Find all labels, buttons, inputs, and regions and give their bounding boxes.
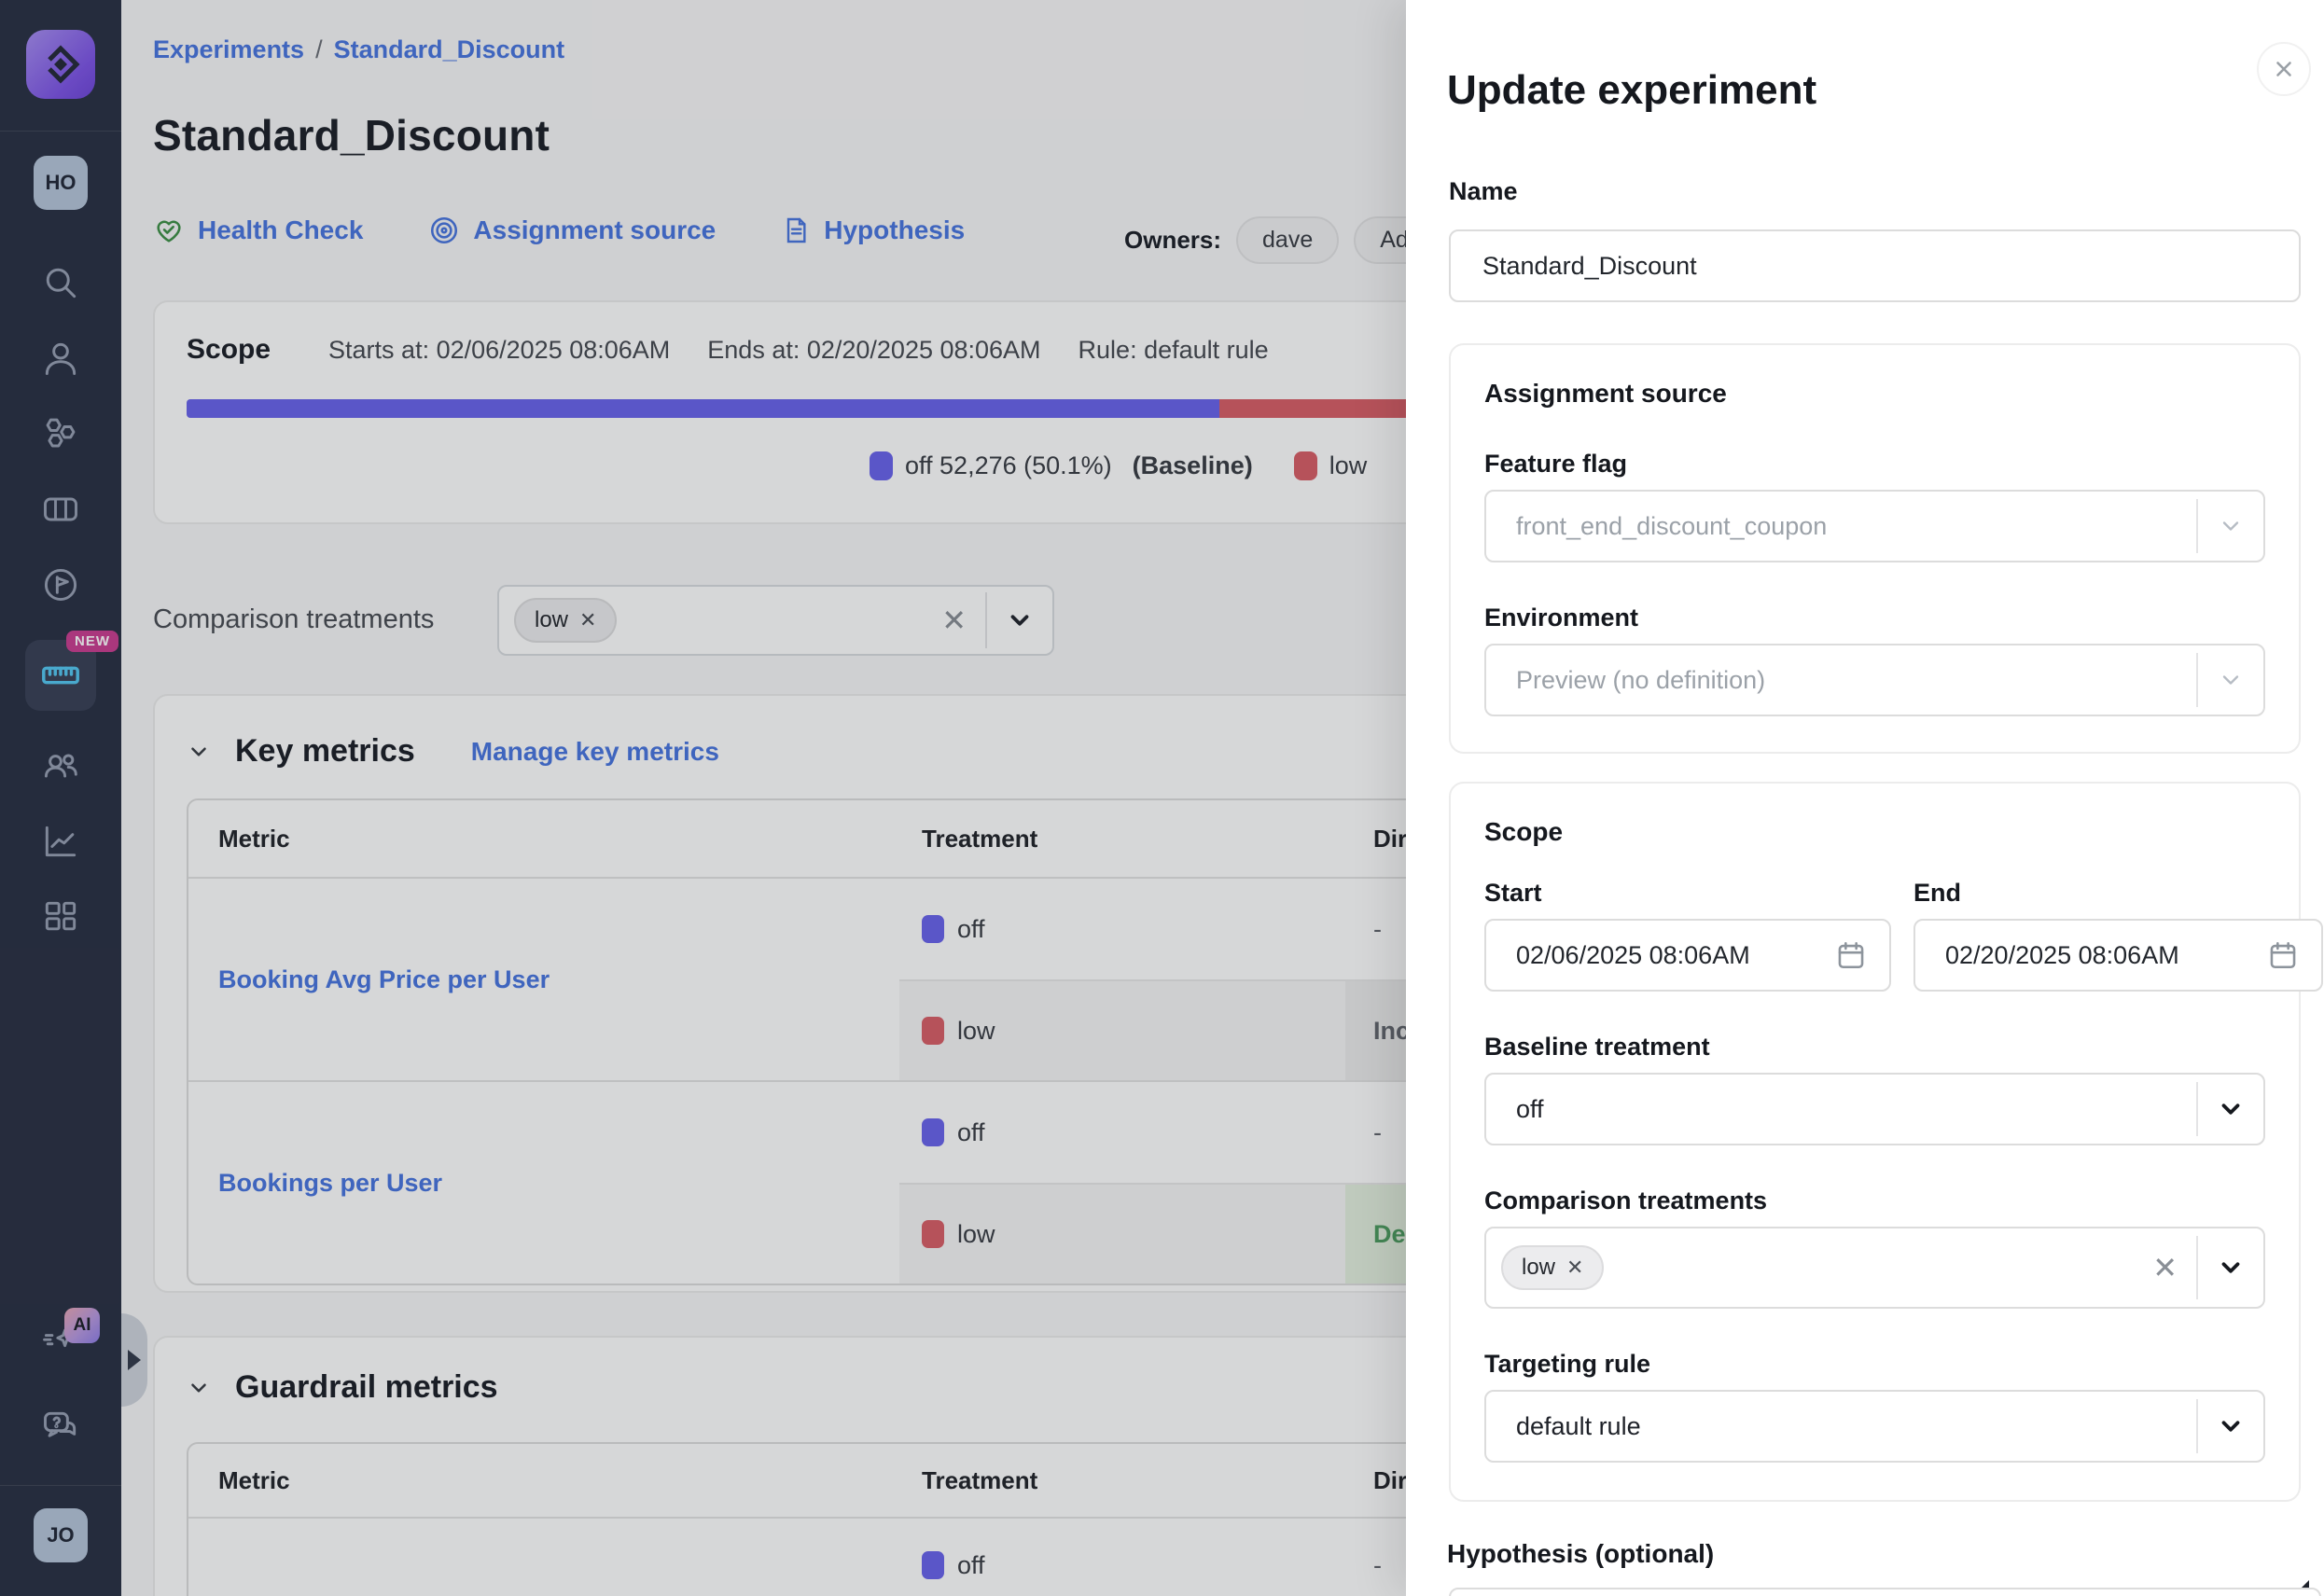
- chevron-down-icon[interactable]: [2198, 1412, 2263, 1440]
- close-icon: [2272, 57, 2296, 81]
- start-label: Start: [1484, 879, 1891, 908]
- chip-remove-icon[interactable]: ✕: [1566, 1256, 1583, 1280]
- hypothesis-textarea[interactable]: [1449, 1588, 2321, 1596]
- assignment-source-heading: Assignment source: [1484, 379, 2265, 409]
- update-experiment-drawer: Update experiment Name Assignment source…: [1406, 0, 2324, 1596]
- environment-label: Environment: [1484, 604, 2265, 632]
- start-date-value: 02/06/2025 08:06AM: [1516, 941, 1750, 970]
- targeting-rule-select[interactable]: default rule: [1484, 1390, 2265, 1463]
- treatment-chip-low[interactable]: low ✕: [1501, 1245, 1604, 1290]
- end-label: End: [1913, 879, 2323, 908]
- environment-select[interactable]: Preview (no definition): [1484, 644, 2265, 716]
- comparison-treatments-label: Comparison treatments: [1484, 1187, 2265, 1215]
- chevron-down-icon: [2198, 513, 2263, 539]
- start-date-input[interactable]: 02/06/2025 08:06AM: [1484, 919, 1891, 992]
- calendar-icon[interactable]: [1835, 939, 1867, 971]
- drawer-title: Update experiment: [1447, 67, 1816, 114]
- assignment-source-section: Assignment source Feature flag front_end…: [1449, 343, 2301, 754]
- feature-flag-value: front_end_discount_coupon: [1516, 512, 1827, 541]
- feature-flag-select[interactable]: front_end_discount_coupon: [1484, 490, 2265, 562]
- calendar-icon[interactable]: [2267, 939, 2299, 971]
- close-button[interactable]: [2257, 42, 2311, 96]
- name-label: Name: [1449, 177, 1518, 206]
- clear-selection-icon[interactable]: ✕: [2134, 1250, 2196, 1285]
- chevron-down-icon: [2198, 667, 2263, 693]
- chevron-down-icon[interactable]: [2198, 1095, 2263, 1123]
- scope-heading: Scope: [1484, 817, 2265, 847]
- end-date-input[interactable]: 02/20/2025 08:06AM: [1913, 919, 2323, 992]
- environment-value: Preview (no definition): [1516, 666, 1765, 695]
- app-window: HO NEW: [0, 0, 2324, 1596]
- chevron-down-icon[interactable]: [2198, 1254, 2263, 1282]
- targeting-rule-value: default rule: [1516, 1412, 1641, 1441]
- hypothesis-optional-label: Hypothesis (optional): [1447, 1539, 1714, 1569]
- targeting-rule-label: Targeting rule: [1484, 1350, 2265, 1379]
- comparison-treatments-select[interactable]: low ✕ ✕: [1484, 1227, 2265, 1309]
- modal-dim-overlay[interactable]: [0, 0, 1406, 1596]
- baseline-treatment-value: off: [1516, 1095, 1544, 1124]
- name-input[interactable]: [1449, 229, 2301, 302]
- feature-flag-label: Feature flag: [1484, 450, 2265, 479]
- baseline-treatment-select[interactable]: off: [1484, 1073, 2265, 1145]
- baseline-treatment-label: Baseline treatment: [1484, 1033, 2265, 1062]
- chip-label: low: [1522, 1255, 1555, 1281]
- end-date-value: 02/20/2025 08:06AM: [1945, 941, 2179, 970]
- scope-section: Scope Start 02/06/2025 08:06AM End 02/20…: [1449, 782, 2301, 1502]
